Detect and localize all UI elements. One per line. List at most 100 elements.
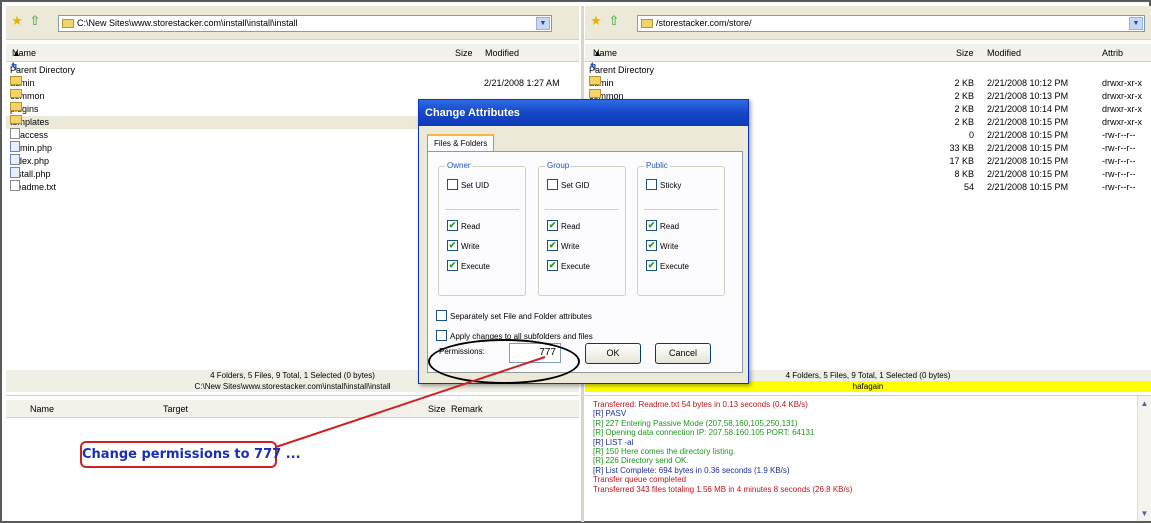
cancel-button[interactable]: Cancel [655, 343, 711, 364]
file-size: 0 [968, 130, 974, 140]
set-gid-checkbox[interactable]: Set GID [547, 179, 589, 193]
file-size: 8 KB [954, 169, 974, 179]
file-modified: 2/21/2008 10:15 PM [987, 182, 1069, 192]
col-name-header[interactable]: Name ▲ [593, 44, 617, 62]
col-target-header[interactable]: Target [163, 400, 188, 418]
tab-files-folders[interactable]: Files & Folders [427, 134, 495, 152]
file-row[interactable]: admin 2/21/2008 1:27 AM [6, 76, 579, 90]
log-line: [R] 150 Here comes the directory listing… [593, 447, 736, 457]
file-row[interactable]: ↰ Parent Directory [585, 62, 1151, 77]
file-size: 2 KB [954, 104, 974, 114]
public-write-checkbox[interactable]: ✔ Write [646, 240, 679, 254]
file-modified: 2/21/2008 10:15 PM [987, 143, 1069, 153]
set-uid-checkbox[interactable]: Set UID [447, 179, 489, 193]
file-row[interactable]: admin 2 KB 2/21/2008 10:12 PM drwxr-xr-x [585, 76, 1151, 90]
group-read-checkbox[interactable]: ✔ Read [547, 220, 580, 234]
callout-text: Change permissions to 777 ... [82, 447, 301, 462]
file-attrib: -rw-r--r-- [1102, 143, 1136, 153]
log-lines: Transferred: Readme.txt 54 bytes in 0.13… [593, 400, 1133, 494]
local-address-toolbar: ★ ⇧ C:\New Sites\www.storestacker.com\in… [6, 6, 579, 40]
public-label: Public [644, 161, 670, 171]
file-attrib: drwxr-xr-x [1102, 78, 1142, 88]
local-path-field[interactable]: C:\New Sites\www.storestacker.com\instal… [58, 15, 552, 32]
log-line: [R] List Complete: 694 bytes in 0.36 sec… [593, 465, 790, 475]
col-remark-header[interactable]: Remark [451, 400, 483, 418]
file-modified: 2/21/2008 10:15 PM [987, 169, 1069, 179]
chevron-down-icon[interactable]: ▼ [1129, 17, 1143, 30]
folder-icon [589, 76, 601, 85]
queue-column-header: Name Target Size Remark [6, 400, 579, 418]
php-file-icon [10, 167, 20, 178]
log-line: [R] PASV [593, 409, 627, 419]
remote-path-field[interactable]: /storestacker.com/store/ ▼ [637, 15, 1145, 32]
parent-directory-icon: ↰ [10, 62, 19, 73]
group-label: Group [545, 161, 572, 171]
col-attrib-header[interactable]: Attrib [1102, 44, 1123, 62]
col-size-header[interactable]: Size [956, 44, 974, 62]
checkbox-icon: ✔ [646, 220, 657, 232]
public-group: Public Sticky ✔ Read ✔ Write ✔ Execute [637, 161, 725, 296]
local-path-text: C:\New Sites\www.storestacker.com\instal… [77, 18, 298, 28]
col-size-header[interactable]: Size [455, 44, 473, 62]
file-size: 17 KB [949, 156, 974, 166]
file-size: 2 KB [954, 117, 974, 127]
file-size: 2 KB [954, 78, 974, 88]
col-size-header[interactable]: Size [428, 400, 446, 418]
log-line: Transferred 343 files totaling 1.56 MB i… [593, 484, 853, 494]
local-column-header: Name ▲ Size Modified [6, 44, 579, 62]
scroll-up-icon[interactable]: ▲ [1138, 398, 1151, 410]
owner-read-checkbox[interactable]: ✔ Read [447, 220, 480, 234]
owner-write-checkbox[interactable]: ✔ Write [447, 240, 480, 254]
group-divider [545, 209, 619, 210]
file-modified: 2/21/2008 1:27 AM [484, 78, 560, 88]
up-folder-icon[interactable]: ⇧ [607, 14, 621, 28]
col-name-header[interactable]: Name ▲ [12, 44, 36, 62]
log-line: [R] 226 Directory send OK. [593, 456, 689, 466]
public-execute-checkbox[interactable]: ✔ Execute [646, 260, 689, 274]
file-row[interactable]: ↰ Parent Directory [6, 62, 579, 77]
separate-attributes-checkbox[interactable]: Separately set File and Folder attribute… [436, 310, 592, 324]
checkbox-icon: ✔ [547, 240, 558, 252]
file-modified: 2/21/2008 10:15 PM [987, 117, 1069, 127]
owner-label: Owner [445, 161, 473, 171]
ok-button[interactable]: OK [585, 343, 641, 364]
col-modified-header[interactable]: Modified [485, 44, 519, 62]
favorites-star-icon[interactable]: ★ [10, 14, 24, 28]
checkbox-icon: ✔ [547, 220, 558, 232]
parent-directory-icon: ↰ [589, 62, 598, 73]
log-line: Transferred: Readme.txt 54 bytes in 0.13… [593, 400, 808, 409]
group-group: Group Set GID ✔ Read ✔ Write ✔ Execute [538, 161, 626, 296]
file-size: 54 [963, 182, 974, 192]
owner-group: Owner Set UID ✔ Read ✔ Write ✔ Execute [438, 161, 526, 296]
dialog-title: Change Attributes [419, 100, 748, 126]
highlight-ellipse [428, 339, 580, 384]
group-divider [445, 209, 519, 210]
file-size: 33 KB [949, 143, 974, 153]
owner-execute-checkbox[interactable]: ✔ Execute [447, 260, 490, 274]
file-modified: 2/21/2008 10:14 PM [987, 104, 1069, 114]
folder-icon [10, 89, 22, 98]
checkbox-icon: ✔ [447, 260, 458, 272]
group-write-checkbox[interactable]: ✔ Write [547, 240, 580, 254]
log-line: [R] LIST -al [593, 437, 634, 447]
folder-icon [10, 102, 22, 111]
group-execute-checkbox[interactable]: ✔ Execute [547, 260, 590, 274]
public-read-checkbox[interactable]: ✔ Read [646, 220, 679, 234]
file-size: 2 KB [954, 91, 974, 101]
remote-path-text: /storestacker.com/store/ [656, 18, 752, 28]
favorites-star-icon[interactable]: ★ [589, 14, 603, 28]
log-scrollbar[interactable]: ▲ ▼ [1137, 396, 1151, 521]
remote-address-toolbar: ★ ⇧ /storestacker.com/store/ ▼ [585, 6, 1151, 40]
php-file-icon [10, 141, 20, 152]
file-modified: 2/21/2008 10:13 PM [987, 91, 1069, 101]
sticky-checkbox[interactable]: Sticky [646, 179, 681, 193]
col-name-header[interactable]: Name [30, 400, 54, 418]
checkbox-icon [547, 179, 558, 191]
checkbox-icon: ✔ [547, 260, 558, 272]
scroll-down-icon[interactable]: ▼ [1138, 508, 1151, 520]
file-attrib: drwxr-xr-x [1102, 117, 1142, 127]
col-modified-header[interactable]: Modified [987, 44, 1021, 62]
file-modified: 2/21/2008 10:15 PM [987, 130, 1069, 140]
up-folder-icon[interactable]: ⇧ [28, 14, 42, 28]
chevron-down-icon[interactable]: ▼ [536, 17, 550, 30]
